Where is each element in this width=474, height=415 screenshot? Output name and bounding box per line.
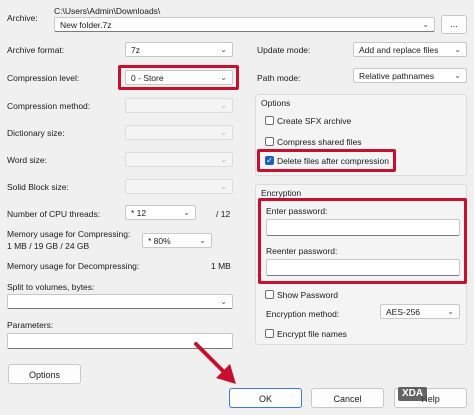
word-size-select[interactable]: ⌄ (125, 152, 233, 167)
archive-filename-value: New folder.7z (60, 20, 112, 30)
cpu-threads-value: * 12 (131, 208, 147, 218)
show-password-checkbox[interactable] (265, 290, 274, 299)
cpu-threads-select[interactable]: * 12 ⌄ (125, 205, 196, 220)
chevron-down-icon: ⌄ (199, 236, 206, 245)
chevron-down-icon: ⌄ (422, 20, 429, 29)
update-mode-value: Add and replace files (359, 45, 439, 55)
path-mode-value: Relative pathnames (359, 71, 435, 81)
create-sfx-checkbox[interactable] (265, 116, 274, 125)
path-mode-label: Path mode: (257, 73, 301, 83)
mem-compress-detail: 1 MB / 19 GB / 24 GB (7, 241, 90, 251)
update-mode-select[interactable]: Add and replace files ⌄ (353, 42, 467, 57)
encryption-method-select[interactable]: AES-256 ⌄ (380, 304, 460, 319)
checkmark-icon: ✓ (266, 156, 273, 165)
archive-path: C:\Users\Admin\Downloads\ (54, 6, 161, 16)
dictionary-size-select[interactable]: ⌄ (125, 125, 233, 140)
chevron-down-icon: ⌄ (220, 128, 227, 137)
path-mode-select[interactable]: Relative pathnames ⌄ (353, 68, 467, 83)
delete-after-label: Delete files after compression (277, 156, 389, 166)
options-button[interactable]: Options (8, 364, 81, 384)
encrypt-names-checkbox[interactable] (265, 329, 274, 338)
compression-level-label: Compression level: (7, 73, 80, 83)
compression-level-value: 0 - Store (131, 73, 164, 83)
dictionary-size-label: Dictionary size: (7, 128, 65, 138)
show-password-label: Show Password (277, 290, 338, 300)
create-sfx-label: Create SFX archive (277, 116, 352, 126)
chevron-down-icon: ⌄ (220, 101, 227, 110)
cpu-threads-total: / 12 (216, 209, 231, 219)
compression-method-label: Compression method: (7, 101, 91, 111)
archive-label: Archive: (7, 13, 38, 23)
ok-button[interactable]: OK (229, 388, 302, 408)
mem-decompress-value: 1 MB (211, 261, 231, 271)
compress-shared-checkbox[interactable] (265, 137, 274, 146)
chevron-down-icon: ⌄ (454, 71, 461, 80)
chevron-down-icon: ⌄ (220, 297, 227, 306)
chevron-down-icon: ⌄ (454, 45, 461, 54)
enter-password-label: Enter password: (266, 206, 328, 216)
compression-level-select[interactable]: 0 - Store ⌄ (125, 70, 233, 85)
cpu-threads-label: Number of CPU threads: (7, 209, 101, 219)
chevron-down-icon: ⌄ (183, 208, 190, 217)
browse-button[interactable]: ... (441, 15, 467, 34)
encryption-group-title: Encryption (261, 188, 302, 198)
red-arrow-icon (194, 342, 236, 384)
encryption-method-value: AES-256 (386, 307, 421, 317)
chevron-down-icon: ⌄ (447, 307, 454, 316)
mem-compress-select[interactable]: * 80% ⌄ (142, 233, 212, 248)
parameters-label: Parameters: (7, 320, 54, 330)
enter-password-input[interactable] (266, 219, 460, 236)
archive-format-value: 7z (131, 45, 140, 55)
chevron-down-icon: ⌄ (220, 73, 227, 82)
mem-compress-label: Memory usage for Compressing: (7, 229, 131, 239)
encryption-method-label: Encryption method: (266, 309, 340, 319)
update-mode-label: Update mode: (257, 45, 311, 55)
xda-logo: XDA (398, 387, 428, 401)
chevron-down-icon: ⌄ (220, 182, 227, 191)
split-volumes-label: Split to volumes, bytes: (7, 282, 95, 292)
word-size-label: Word size: (7, 155, 47, 165)
compression-method-select[interactable]: ⌄ (125, 98, 233, 113)
solid-block-size-select[interactable]: ⌄ (125, 179, 233, 194)
chevron-down-icon: ⌄ (220, 155, 227, 164)
cancel-button[interactable]: Cancel (311, 388, 384, 408)
split-volumes-input[interactable]: ⌄ (7, 294, 233, 309)
encrypt-names-label: Encrypt file names (277, 329, 347, 339)
archive-filename-input[interactable]: New folder.7z ⌄ (54, 17, 435, 32)
mem-compress-value: * 80% (148, 236, 171, 246)
reenter-password-input[interactable] (266, 259, 460, 276)
archive-format-label: Archive format: (7, 45, 65, 55)
solid-block-size-label: Solid Block size: (7, 182, 69, 192)
reenter-password-label: Reenter password: (266, 246, 338, 256)
options-group-title: Options (261, 98, 291, 108)
archive-format-select[interactable]: 7z ⌄ (125, 42, 233, 57)
chevron-down-icon: ⌄ (220, 45, 227, 54)
mem-decompress-label: Memory usage for Decompressing: (7, 261, 140, 271)
delete-after-checkbox[interactable]: ✓ (265, 156, 274, 165)
compress-shared-label: Compress shared files (277, 137, 362, 147)
